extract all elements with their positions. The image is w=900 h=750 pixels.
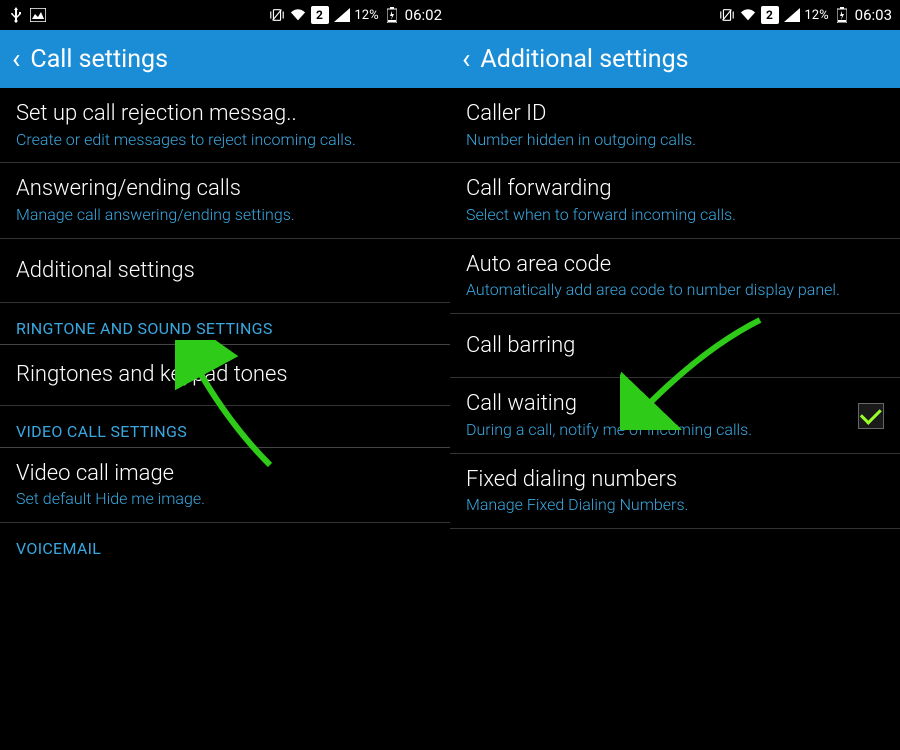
- signal-icon: [784, 7, 800, 23]
- item-title: Answering/ending calls: [16, 175, 434, 203]
- page-title: Call settings: [30, 45, 168, 74]
- item-subtitle: Number hidden in outgoing calls.: [466, 130, 884, 151]
- item-title: Additional settings: [16, 257, 434, 285]
- item-title: Fixed dialing numbers: [466, 466, 884, 494]
- battery-percent: 12%: [355, 8, 379, 23]
- signal-icon: [334, 7, 350, 23]
- wifi-icon: [290, 7, 306, 23]
- item-answering-ending-calls[interactable]: Answering/ending calls Manage call answe…: [0, 163, 450, 238]
- clock: 06:03: [855, 6, 892, 24]
- item-title: Call barring: [466, 332, 884, 360]
- item-title: Video call image: [16, 460, 434, 488]
- item-title: Set up call rejection messag..: [16, 100, 434, 128]
- item-video-call-image[interactable]: Video call image Set default Hide me ima…: [0, 448, 450, 523]
- status-bar: 2 12% 06:03: [450, 0, 900, 30]
- item-subtitle: Create or edit messages to reject incomi…: [16, 130, 434, 151]
- item-subtitle: Set default Hide me image.: [16, 489, 434, 510]
- picture-icon: [30, 7, 46, 23]
- item-title: Auto area code: [466, 251, 884, 279]
- battery-icon: [834, 7, 850, 23]
- left-screen: 2 12% 06:02 ‹ Call settings Set up call …: [0, 0, 450, 750]
- right-screen: 2 12% 06:03 ‹ Additional settings Caller…: [450, 0, 900, 750]
- item-ringtones-keypad-tones[interactable]: Ringtones and keypad tones: [0, 345, 450, 406]
- vibrate-icon: [269, 7, 285, 23]
- settings-list: Caller ID Number hidden in outgoing call…: [450, 88, 900, 750]
- item-call-rejection-messages[interactable]: Set up call rejection messag.. Create or…: [0, 88, 450, 163]
- page-title: Additional settings: [480, 45, 688, 74]
- item-subtitle: Manage Fixed Dialing Numbers.: [466, 495, 884, 516]
- item-auto-area-code[interactable]: Auto area code Automatically add area co…: [450, 239, 900, 314]
- item-call-forwarding[interactable]: Call forwarding Select when to forward i…: [450, 163, 900, 238]
- item-title: Caller ID: [466, 100, 884, 128]
- settings-list: Set up call rejection messag.. Create or…: [0, 88, 450, 750]
- section-video-call: VIDEO CALL SETTINGS: [0, 406, 450, 448]
- usb-icon: [8, 7, 24, 23]
- item-subtitle: Manage call answering/ending settings.: [16, 205, 434, 226]
- header-bar[interactable]: ‹ Call settings: [0, 30, 450, 88]
- item-fixed-dialing-numbers[interactable]: Fixed dialing numbers Manage Fixed Diali…: [450, 454, 900, 529]
- clock: 06:02: [405, 6, 442, 24]
- sim-indicator: 2: [761, 6, 779, 24]
- item-call-barring[interactable]: Call barring: [450, 314, 900, 379]
- vibrate-icon: [719, 7, 735, 23]
- item-title: Ringtones and keypad tones: [16, 361, 434, 389]
- back-icon[interactable]: ‹: [462, 45, 470, 73]
- item-subtitle: Select when to forward incoming calls.: [466, 205, 884, 226]
- item-additional-settings[interactable]: Additional settings: [0, 239, 450, 304]
- item-caller-id[interactable]: Caller ID Number hidden in outgoing call…: [450, 88, 900, 163]
- item-subtitle: During a call, notify me of incoming cal…: [466, 420, 848, 441]
- item-call-waiting[interactable]: Call waiting During a call, notify me of…: [450, 378, 900, 453]
- sim-indicator: 2: [311, 6, 329, 24]
- battery-percent: 12%: [805, 8, 829, 23]
- battery-icon: [384, 7, 400, 23]
- item-subtitle: Automatically add area code to number di…: [466, 280, 884, 301]
- back-icon[interactable]: ‹: [12, 45, 20, 73]
- item-title: Call waiting: [466, 390, 848, 418]
- section-ringtone-sound: RINGTONE AND SOUND SETTINGS: [0, 303, 450, 345]
- status-bar: 2 12% 06:02: [0, 0, 450, 30]
- wifi-icon: [740, 7, 756, 23]
- call-waiting-checkbox[interactable]: [858, 403, 884, 429]
- section-voicemail: VOICEMAIL: [0, 523, 450, 564]
- header-bar[interactable]: ‹ Additional settings: [450, 30, 900, 88]
- item-title: Call forwarding: [466, 175, 884, 203]
